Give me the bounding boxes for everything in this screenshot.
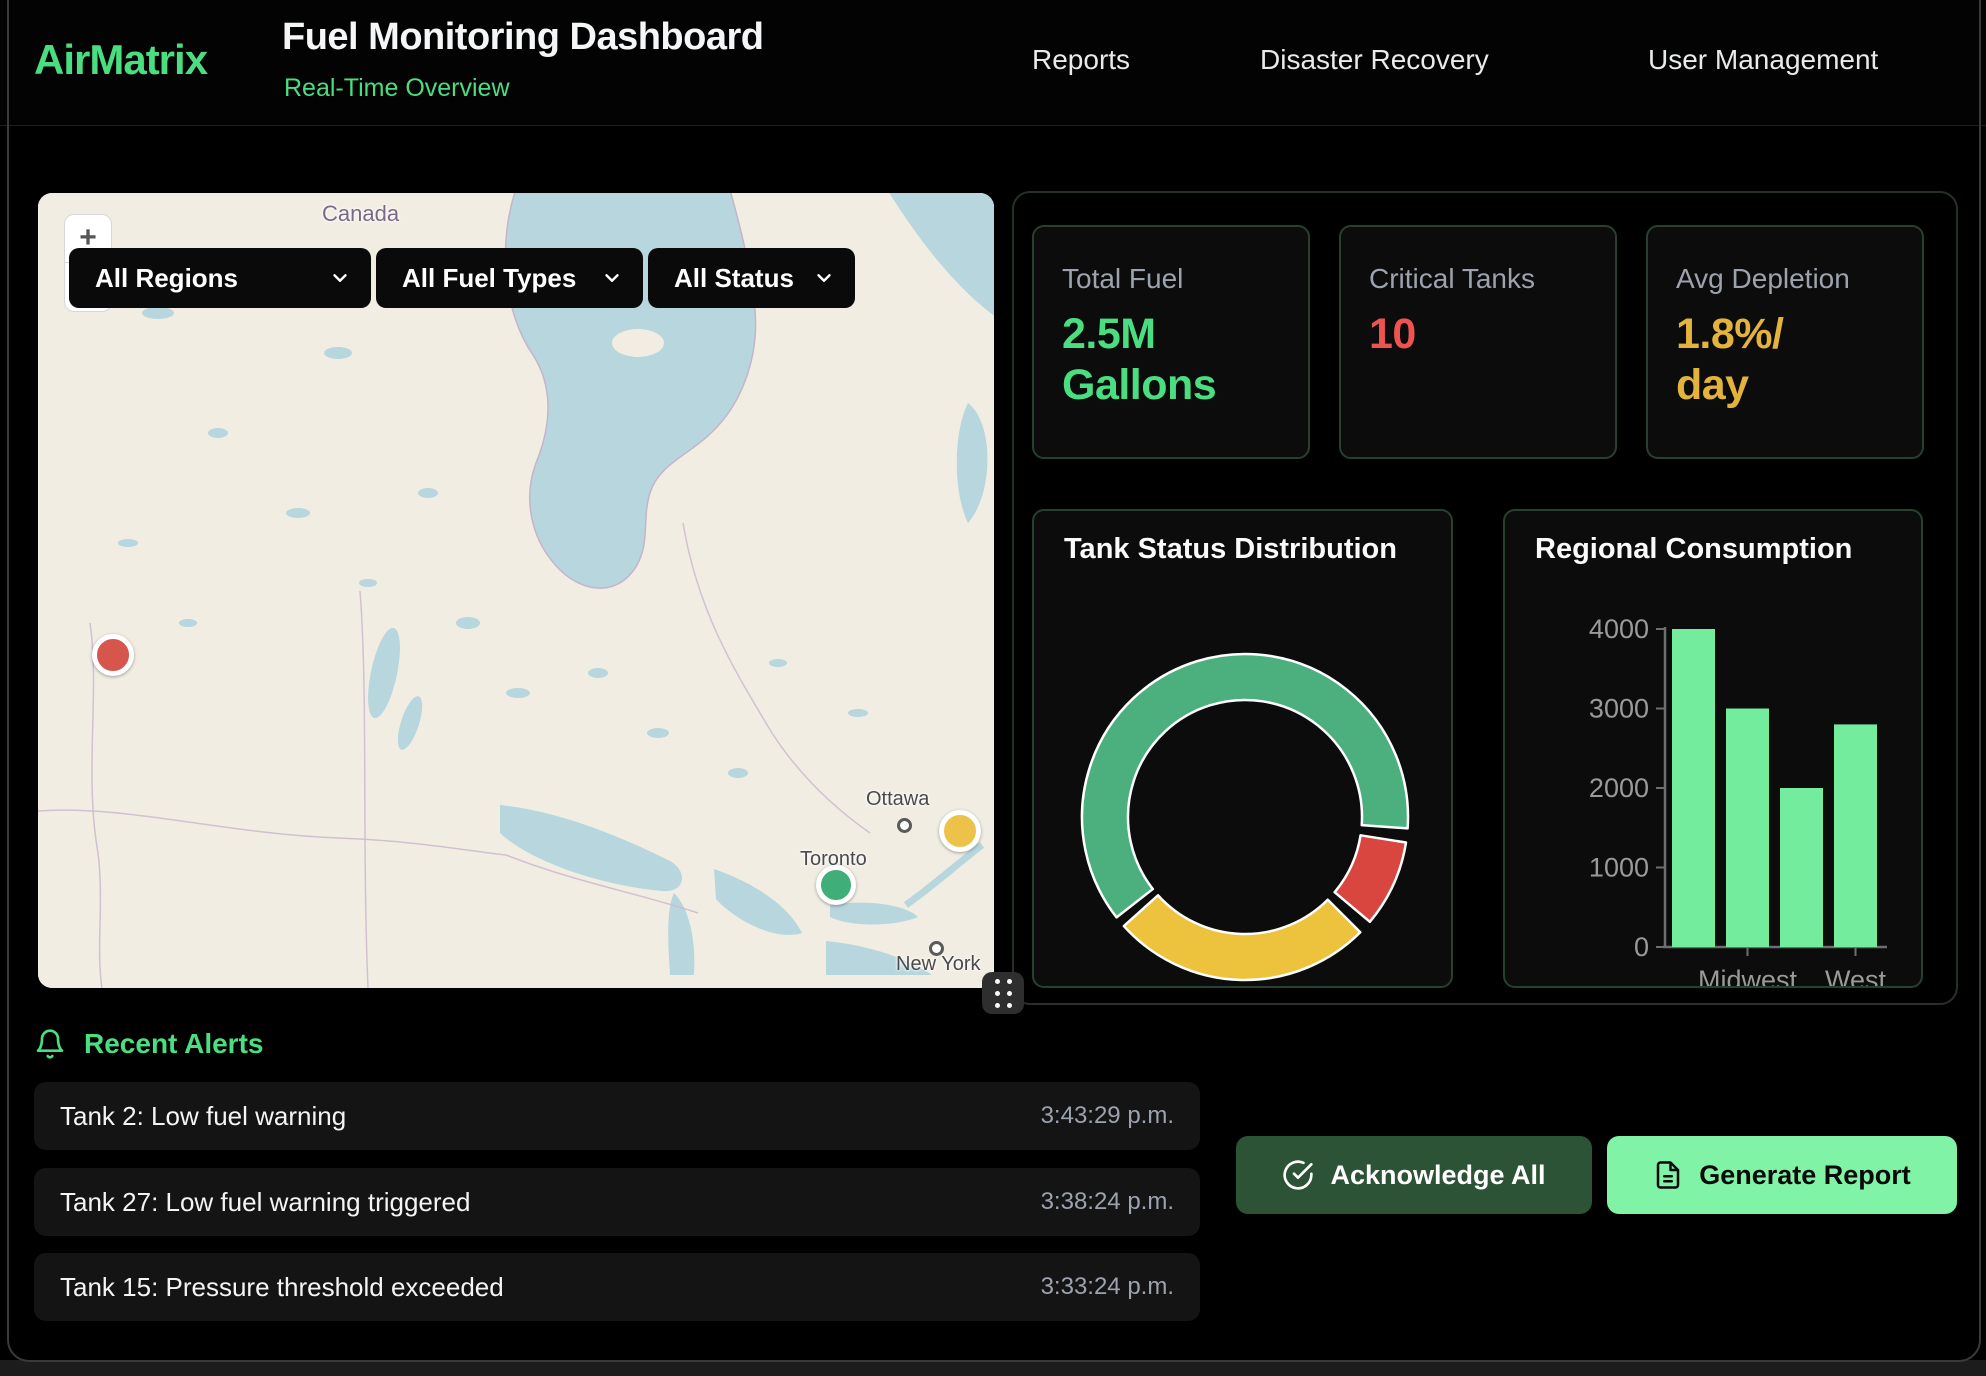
bar-region-2: [1780, 788, 1823, 947]
chevron-down-icon: [813, 267, 835, 289]
bar-region-0: [1672, 629, 1715, 947]
map-panel[interactable]: Canada Ottawa Toronto New York: [38, 193, 994, 988]
tank-marker-normal[interactable]: [816, 865, 856, 905]
y-axis-tick-label: 2000: [1589, 773, 1649, 803]
alert-timestamp: 3:43:29 p.m.: [1041, 1102, 1174, 1130]
alert-row[interactable]: Tank 15: Pressure threshold exceeded 3:3…: [34, 1253, 1200, 1321]
x-axis-tick-label: West: [1825, 965, 1887, 986]
stat-value: 1.8%/day: [1676, 309, 1922, 410]
nav-disaster-recovery[interactable]: Disaster Recovery: [1260, 44, 1489, 76]
generate-report-label: Generate Report: [1699, 1160, 1911, 1191]
bar-region-1: [1726, 709, 1769, 948]
chart-title: Regional Consumption: [1535, 533, 1852, 566]
y-axis-tick-label: 1000: [1589, 853, 1649, 883]
y-axis-tick-label: 3000: [1589, 694, 1649, 724]
tank-status-donut-chart: [1034, 511, 1455, 986]
recent-alerts-header: Recent Alerts: [34, 1028, 263, 1060]
alert-row[interactable]: Tank 27: Low fuel warning triggered 3:38…: [34, 1168, 1200, 1236]
document-icon: [1653, 1160, 1683, 1190]
stat-value: 2.5MGallons: [1062, 309, 1308, 410]
regional-consumption-bar-chart: 0 1000 2000 3000 4000 Midwest West: [1505, 511, 1925, 986]
recent-alerts-title: Recent Alerts: [84, 1028, 263, 1060]
stat-value: 10: [1369, 309, 1615, 360]
bell-icon: [34, 1028, 66, 1060]
fuel-type-filter-value: All Fuel Types: [402, 263, 576, 294]
stat-card-avg-depletion: Avg Depletion 1.8%/day: [1646, 225, 1924, 459]
stat-card-total-fuel: Total Fuel 2.5MGallons: [1032, 225, 1310, 459]
status-filter-dropdown[interactable]: All Status: [648, 248, 855, 308]
acknowledge-all-label: Acknowledge All: [1330, 1160, 1545, 1191]
chevron-down-icon: [601, 267, 623, 289]
stat-card-critical-tanks: Critical Tanks 10: [1339, 225, 1617, 459]
stat-label: Total Fuel: [1062, 263, 1308, 295]
alert-timestamp: 3:38:24 p.m.: [1041, 1188, 1174, 1216]
stat-label: Critical Tanks: [1369, 263, 1615, 295]
chart-title: Tank Status Distribution: [1064, 533, 1397, 566]
donut-segment-yellow: [1124, 895, 1360, 980]
nav-user-management[interactable]: User Management: [1648, 44, 1878, 76]
region-filter-dropdown[interactable]: All Regions: [69, 248, 371, 308]
page-subtitle: Real-Time Overview: [284, 74, 510, 103]
check-circle-icon: [1282, 1159, 1314, 1191]
regional-consumption-chart-card: Regional Consumption 0 1000 2000 3000 4000 Mi…: [1503, 509, 1923, 988]
bar-region-3: [1834, 724, 1877, 947]
tank-status-chart-card: Tank Status Distribution: [1032, 509, 1453, 988]
region-filter-value: All Regions: [95, 263, 238, 294]
window-bottom-strip: [0, 1360, 1986, 1376]
alert-text: Tank 15: Pressure threshold exceeded: [60, 1272, 504, 1303]
alert-timestamp: 3:33:24 p.m.: [1041, 1273, 1174, 1301]
chevron-down-icon: [329, 267, 351, 289]
nav-reports[interactable]: Reports: [1032, 44, 1130, 76]
app-header: AirMatrix Fuel Monitoring Dashboard Real…: [0, 0, 1986, 126]
x-axis-tick-label: Midwest: [1698, 965, 1798, 986]
app-logo: AirMatrix: [34, 36, 207, 84]
tank-marker-warning[interactable]: [939, 810, 981, 852]
alert-row[interactable]: Tank 2: Low fuel warning 3:43:29 p.m.: [34, 1082, 1200, 1150]
y-axis-tick-label: 0: [1634, 932, 1649, 962]
alert-text: Tank 2: Low fuel warning: [60, 1101, 346, 1132]
tank-marker-layer: [38, 193, 994, 988]
alert-text: Tank 27: Low fuel warning triggered: [60, 1187, 470, 1218]
donut-segment-red: [1335, 835, 1406, 921]
page-title: Fuel Monitoring Dashboard: [282, 16, 763, 59]
y-axis-tick-label: 4000: [1589, 614, 1649, 644]
stat-label: Avg Depletion: [1676, 263, 1922, 295]
acknowledge-all-button[interactable]: Acknowledge All: [1236, 1136, 1592, 1214]
resize-drag-handle-icon[interactable]: [982, 972, 1024, 1014]
fuel-type-filter-dropdown[interactable]: All Fuel Types: [376, 248, 643, 308]
status-filter-value: All Status: [674, 263, 794, 294]
dashboard: AirMatrix Fuel Monitoring Dashboard Real…: [0, 0, 1986, 1376]
tank-marker-critical[interactable]: [92, 634, 134, 676]
generate-report-button[interactable]: Generate Report: [1607, 1136, 1957, 1214]
